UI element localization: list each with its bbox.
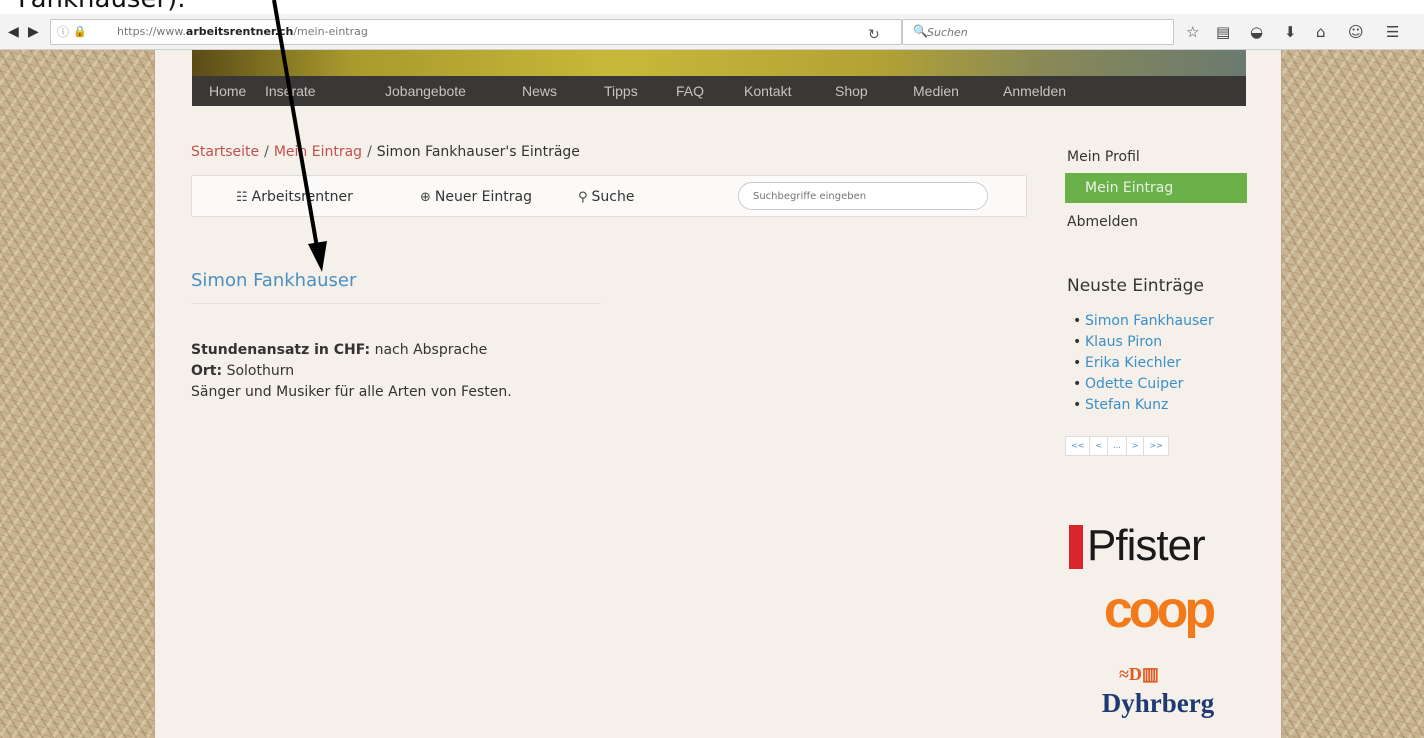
- place-line: Ort: Solothurn: [191, 361, 512, 382]
- breadcrumb: Startseite / Mein Eintrag / Simon Fankhauser…: [191, 144, 580, 160]
- breadcrumb-separator: /: [367, 144, 372, 160]
- main-nav: Home Inserate Jobangebote News Tipps FAQ…: [192, 76, 1246, 106]
- place-label: Ort:: [191, 363, 223, 379]
- sidebar-profile-link[interactable]: Mein Profil: [1067, 149, 1140, 165]
- entry-description: Sänger und Musiker für alle Arten von Fe…: [191, 384, 512, 400]
- menu-icon[interactable]: ☰: [1386, 23, 1399, 41]
- pfister-logo-mark: [1069, 525, 1083, 569]
- nav-news[interactable]: News: [522, 76, 557, 106]
- pager-first[interactable]: <<: [1066, 437, 1091, 455]
- pfister-logo[interactable]: Pfister: [1065, 518, 1251, 574]
- info-icon[interactable]: ⓘ: [57, 20, 69, 44]
- browser-toolbar: ◀ ▶ ⓘ 🔒 https://www.arbeitsrentner.ch/me…: [0, 14, 1424, 50]
- dyhrberg-logo-mark: ≈D▥: [1119, 664, 1159, 684]
- list-item[interactable]: Klaus Piron: [1073, 332, 1214, 353]
- reload-icon[interactable]: ↻: [868, 27, 880, 43]
- entry-search-input[interactable]: [738, 182, 988, 210]
- entry-title[interactable]: Simon Fankhauser: [191, 270, 356, 291]
- search-icon: ⚲: [578, 190, 588, 205]
- chat-icon[interactable]: ☺: [1348, 23, 1364, 41]
- pocket-icon[interactable]: ◒: [1250, 23, 1263, 41]
- search-icon: 🔍: [913, 24, 928, 38]
- pager-prev[interactable]: <: [1090, 437, 1109, 455]
- document-caption: Fankhauser).: [0, 0, 1424, 14]
- header-banner[interactable]: [192, 50, 1246, 76]
- list-item[interactable]: Erika Kiechler: [1073, 353, 1214, 374]
- coop-logo[interactable]: coop: [1065, 583, 1251, 637]
- breadcrumb-current: Simon Fankhauser's Einträge: [376, 144, 580, 160]
- nav-tipps[interactable]: Tipps: [604, 76, 638, 106]
- pager-last[interactable]: >>: [1144, 437, 1167, 455]
- list-item[interactable]: Simon Fankhauser: [1073, 311, 1214, 332]
- pager-ellipsis: ...: [1108, 437, 1127, 455]
- pagination: << < ... > >>: [1065, 436, 1169, 456]
- nav-kontakt[interactable]: Kontakt: [744, 76, 791, 106]
- title-divider: [191, 303, 601, 304]
- reading-list-icon[interactable]: ▤: [1216, 23, 1230, 41]
- search-button[interactable]: ⚲ Suche: [578, 176, 634, 219]
- recent-entries-heading: Neuste Einträge: [1067, 276, 1204, 296]
- bookmark-star-icon[interactable]: ☆: [1186, 23, 1199, 41]
- forward-icon[interactable]: ▶: [28, 22, 39, 42]
- nav-anmelden[interactable]: Anmelden: [1003, 76, 1066, 106]
- recent-entries-list: Simon Fankhauser Klaus Piron Erika Kiech…: [1073, 311, 1214, 416]
- download-icon[interactable]: ⬇: [1284, 23, 1297, 41]
- nav-faq[interactable]: FAQ: [676, 76, 704, 106]
- list-icon: ☷: [236, 190, 248, 205]
- caption-text: Fankhauser).: [18, 0, 186, 14]
- lock-icon[interactable]: 🔒: [73, 20, 87, 44]
- address-bar[interactable]: ⓘ 🔒 https://www.arbeitsrentner.ch/mein-e…: [50, 19, 902, 45]
- breadcrumb-section[interactable]: Mein Eintrag: [274, 144, 362, 160]
- nav-shop[interactable]: Shop: [835, 76, 868, 106]
- nav-jobangebote[interactable]: Jobangebote: [385, 76, 466, 106]
- back-icon[interactable]: ◀: [8, 22, 19, 42]
- nav-inserate[interactable]: Inserate: [265, 76, 316, 106]
- list-item[interactable]: Stefan Kunz: [1073, 395, 1214, 416]
- nav-home[interactable]: Home: [209, 76, 246, 106]
- browser-search-input[interactable]: [927, 23, 1167, 41]
- rate-line: Stundenansatz in CHF: nach Absprache: [191, 340, 512, 361]
- browser-search-bar[interactable]: 🔍: [902, 19, 1174, 45]
- url-text[interactable]: https://www.arbeitsrentner.ch/mein-eintr…: [117, 20, 368, 44]
- dyhrberg-logo[interactable]: Dyhrberg: [1083, 688, 1233, 719]
- page-background: Home Inserate Jobangebote News Tipps FAQ…: [0, 50, 1424, 738]
- sidebar-logout-link[interactable]: Abmelden: [1067, 214, 1138, 230]
- place-value: Solothurn: [226, 363, 295, 379]
- home-icon[interactable]: ⌂: [1316, 23, 1326, 41]
- new-entry-button[interactable]: ⊕ Neuer Eintrag: [420, 176, 532, 219]
- sidebar-my-entry-link[interactable]: Mein Eintrag: [1065, 173, 1247, 203]
- entry-details: Stundenansatz in CHF: nach Absprache Ort…: [191, 340, 512, 403]
- content-column: Home Inserate Jobangebote News Tipps FAQ…: [154, 50, 1282, 738]
- rate-label: Stundenansatz in CHF:: [191, 342, 371, 358]
- list-item[interactable]: Odette Cuiper: [1073, 374, 1214, 395]
- breadcrumb-home[interactable]: Startseite: [191, 144, 259, 160]
- pager-next[interactable]: >: [1127, 437, 1145, 455]
- pfister-logo-text: Pfister: [1087, 521, 1206, 570]
- nav-medien[interactable]: Medien: [913, 76, 959, 106]
- entry-toolbar: ☷ Arbeitsrentner ⊕ Neuer Eintrag ⚲ Suche: [191, 175, 1027, 217]
- breadcrumb-separator: /: [264, 144, 269, 160]
- list-view-button[interactable]: ☷ Arbeitsrentner: [236, 176, 353, 219]
- plus-circle-icon: ⊕: [420, 190, 431, 205]
- rate-value: nach Absprache: [374, 342, 488, 358]
